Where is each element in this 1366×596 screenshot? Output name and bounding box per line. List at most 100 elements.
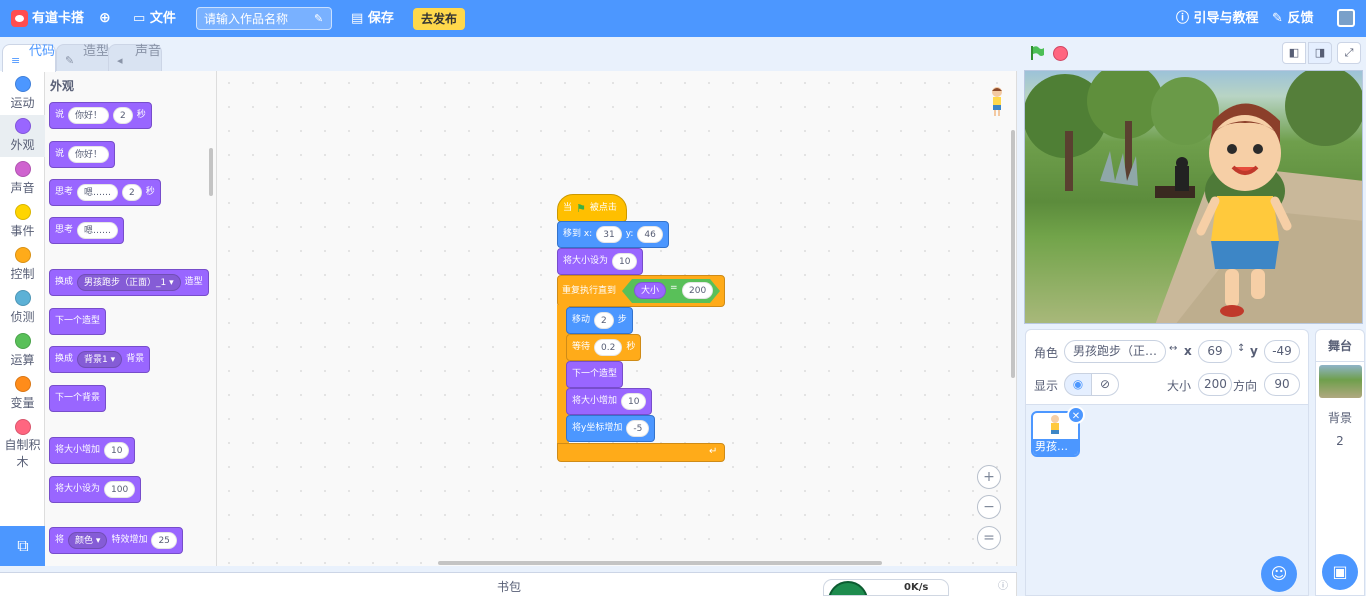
avatar[interactable] [1337, 9, 1355, 27]
stop-button[interactable] [1053, 46, 1068, 61]
block-text: 等待 [572, 342, 591, 352]
y-input[interactable]: 46 [637, 226, 663, 243]
green-flag-button[interactable] [1029, 45, 1045, 61]
script-horizontal-scrollbar[interactable] [438, 561, 882, 565]
feedback-button[interactable]: ✎ 反馈 [1272, 0, 1313, 37]
show-visible-button[interactable]: ◉ [1064, 373, 1092, 396]
block-input[interactable]: 嗯…… [77, 222, 119, 239]
zoom-out-button[interactable]: − [977, 495, 1001, 519]
title-input[interactable] [196, 7, 332, 30]
zoom-reset-button[interactable]: = [977, 526, 1001, 550]
category-dot-variables [14, 376, 31, 392]
category-my-blocks[interactable]: 自制积木 [0, 416, 45, 469]
block-change-size[interactable]: 将大小增加 10 [49, 437, 136, 464]
tab-sounds[interactable]: ◂ 声音 [108, 44, 162, 72]
category-looks[interactable]: 外观 [0, 115, 45, 157]
category-control[interactable]: 控制 [0, 244, 45, 286]
ai-assistant-button[interactable]: ☺ [1261, 556, 1297, 592]
brush-icon: ✎ [65, 54, 75, 67]
add-backdrop-button[interactable]: ▣ [1322, 554, 1358, 590]
block-next-costume[interactable]: 下一个造型 [566, 361, 624, 388]
block-change-y[interactable]: 将y坐标增加 -5 [566, 415, 656, 442]
equals-symbol: = [670, 283, 678, 293]
save-button[interactable]: ▤ 保存 [351, 0, 394, 37]
file-menu[interactable]: ▭ 文件 [133, 0, 176, 37]
category-events[interactable]: 事件 [0, 201, 45, 243]
block-think-for-secs[interactable]: 思考 嗯…… 2 秒 [49, 179, 161, 206]
category-operators[interactable]: 运算 [0, 330, 45, 372]
costume-dropdown[interactable]: 男孩跑步（正面）_1 ▾ [77, 274, 181, 291]
stage-canvas[interactable] [1024, 70, 1363, 324]
block-move-steps[interactable]: 移动 2 步 [566, 307, 633, 334]
zoom-in-button[interactable]: + [977, 465, 1001, 489]
condition-input[interactable]: 200 [682, 282, 714, 299]
category-dot-operators [14, 333, 31, 349]
block-wait[interactable]: 等待 0.2 秒 [566, 334, 642, 361]
publish-button[interactable]: 去发布 [413, 8, 465, 30]
block-say[interactable]: 说你好！ [49, 141, 116, 168]
block-input[interactable]: 100 [104, 481, 136, 498]
y-arrows-icon: ↕ [1237, 343, 1246, 354]
size-field[interactable]: 200 [1198, 373, 1232, 396]
block-input[interactable]: 2 [113, 107, 133, 124]
block-input[interactable]: 10 [612, 253, 638, 270]
globe-icon[interactable]: ⊕ [99, 0, 111, 37]
small-stage-button[interactable]: ◧ [1282, 42, 1306, 64]
save-icon: ▤ [351, 11, 364, 26]
block-switch-backdrop[interactable]: 换成 背景1 ▾ 背景 [49, 346, 151, 373]
block-switch-costume[interactable]: 换成 男孩跑步（正面）_1 ▾ 造型 [49, 269, 209, 296]
tab-costumes[interactable]: ✎ 造型 [56, 44, 110, 72]
x-input[interactable]: 31 [596, 226, 622, 243]
block-change-size[interactable]: 将大小增加 10 [566, 388, 653, 415]
block-input[interactable]: 嗯…… [77, 184, 119, 201]
y-field[interactable]: -49 [1264, 340, 1300, 363]
script-vertical-scrollbar[interactable] [1011, 130, 1015, 378]
block-input[interactable]: 0.2 [594, 339, 623, 356]
block-input[interactable]: 2 [122, 184, 142, 201]
category-motion[interactable]: 运动 [0, 73, 45, 115]
backpack-label: 书包 [497, 580, 522, 594]
normal-stage-button[interactable]: ◨ [1308, 42, 1332, 64]
backdrop-thumbnail[interactable] [1319, 365, 1362, 398]
block-input[interactable]: 25 [151, 532, 177, 549]
block-input[interactable]: 10 [104, 442, 130, 459]
block-text: 特效增加 [111, 535, 148, 545]
tab-code[interactable]: ≡ 代码 [2, 44, 56, 72]
backdrop-dropdown[interactable]: 背景1 ▾ [77, 351, 123, 368]
block-when-flag-clicked[interactable]: 当 ⚑ 被点击 [557, 194, 627, 222]
category-variables[interactable]: 变量 [0, 373, 45, 415]
block-input[interactable]: 你好！ [68, 146, 110, 163]
block-text: 造型 [184, 277, 203, 287]
block-input[interactable]: 2 [594, 312, 614, 329]
delete-sprite-button[interactable]: ✕ [1067, 406, 1085, 424]
block-think[interactable]: 思考 嗯…… [49, 217, 125, 244]
add-extension-button[interactable]: ⧉ [0, 526, 46, 566]
block-next-backdrop[interactable]: 下一个背景 [49, 385, 107, 412]
block-set-size[interactable]: 将大小设为 10 [557, 248, 644, 275]
block-set-size[interactable]: 将大小设为 100 [49, 476, 142, 503]
block-input[interactable]: 你好！ [68, 107, 110, 124]
zoom-reset-icon: = [983, 530, 995, 546]
size-reporter[interactable]: 大小 [634, 282, 667, 299]
block-input[interactable]: -5 [626, 420, 650, 437]
chevron-down-icon: ▾ [95, 536, 101, 546]
eye-icon: ◉ [1072, 377, 1084, 391]
direction-field[interactable]: 90 [1264, 373, 1300, 396]
palette-scrollbar[interactable] [209, 148, 213, 196]
x-field[interactable]: 69 [1198, 340, 1232, 363]
effect-dropdown[interactable]: 颜色 ▾ [68, 532, 108, 549]
block-goto-xy[interactable]: 移到 x: 31 y: 46 [557, 221, 669, 248]
fullscreen-button[interactable]: ⤢ [1337, 42, 1361, 64]
sprite-name-field[interactable]: 男孩跑步（正… [1064, 340, 1166, 363]
block-change-effect[interactable]: 将颜色 ▾ 特效增加 25 [49, 527, 183, 554]
block-say-for-secs[interactable]: 说你好！ 2 秒 [49, 102, 152, 129]
category-sound[interactable]: 声音 [0, 158, 45, 200]
help-icon[interactable]: ⓘ [998, 577, 1008, 592]
guide-button[interactable]: ⓘ 引导与教程 [1176, 0, 1259, 37]
category-sensing[interactable]: 侦测 [0, 287, 45, 329]
zoom-out-icon: − [983, 499, 995, 515]
block-input[interactable]: 10 [621, 393, 647, 410]
speaker-icon: ◂ [117, 54, 123, 67]
show-hidden-button[interactable]: ⊘ [1091, 373, 1119, 396]
block-next-costume[interactable]: 下一个造型 [49, 308, 107, 335]
